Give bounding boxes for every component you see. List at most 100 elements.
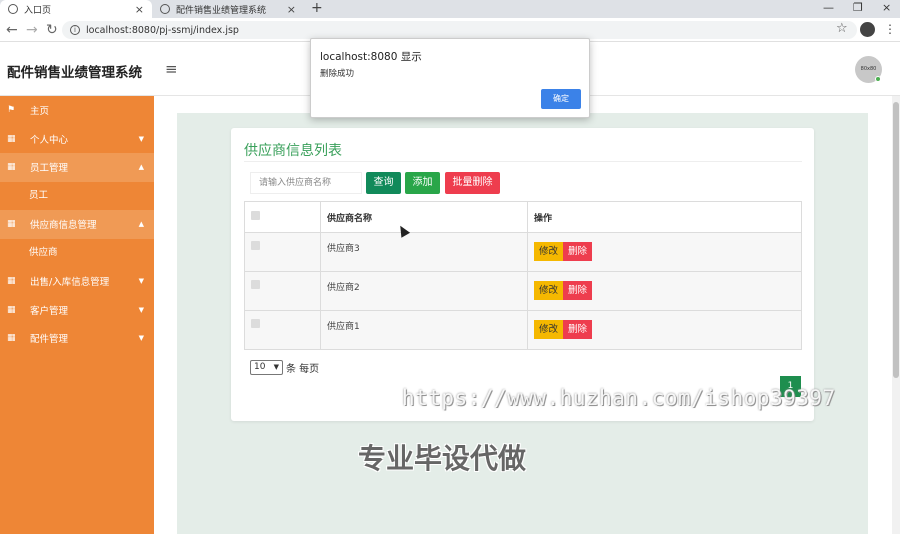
caret-down-icon: ▼ bbox=[138, 277, 144, 286]
caret-down-icon: ▼ bbox=[138, 334, 144, 343]
caret-up-icon: ▲ bbox=[138, 163, 144, 172]
sidebar-item-sales-stock[interactable]: ▦ 出售/入库信息管理 ▼ bbox=[0, 267, 154, 296]
browser-tab-1[interactable]: 入口页 × bbox=[0, 0, 152, 18]
supplier-search-input[interactable]: 请输入供应商名称 bbox=[250, 172, 362, 194]
sidebar-item-customer[interactable]: ▦ 客户管理 ▼ bbox=[0, 296, 154, 325]
grid-icon: ▦ bbox=[7, 162, 16, 173]
window-close-icon[interactable]: × bbox=[882, 0, 891, 18]
grid-icon: ▦ bbox=[7, 276, 16, 287]
row-checkbox[interactable] bbox=[251, 280, 260, 289]
delete-button[interactable]: 删除 bbox=[563, 281, 593, 300]
row-select-cell bbox=[244, 310, 321, 350]
sidebar-item-label: 配件管理 bbox=[30, 334, 69, 346]
hamburger-icon[interactable]: ≡ bbox=[165, 60, 178, 78]
supplier-table: 供应商名称 操作 供应商3 修改 删除 供应商2 修改 删除 供应商1 修改 删除 bbox=[244, 201, 802, 350]
grid-icon: ▦ bbox=[7, 333, 16, 344]
caret-down-icon: ▼ bbox=[138, 305, 144, 314]
table-header-row: 供应商名称 操作 bbox=[244, 201, 802, 233]
browser-tabbar: 入口页 × 配件销售业绩管理系统 × + — ❐ × bbox=[0, 0, 900, 18]
edit-button[interactable]: 修改 bbox=[534, 281, 564, 300]
page-size-value: 10 bbox=[254, 362, 266, 372]
supplier-list-card: 供应商信息列表 请输入供应商名称 查询 添加 批量删除 供应商名称 操作 供应商… bbox=[231, 128, 814, 421]
url-field[interactable]: i localhost:8080/pj-ssmj/index.jsp bbox=[62, 21, 857, 39]
url-text: localhost:8080/pj-ssmj/index.jsp bbox=[86, 24, 239, 36]
globe-icon bbox=[8, 4, 18, 14]
pager: 10 ▼ 条 每页 bbox=[250, 360, 319, 375]
close-tab-icon[interactable]: × bbox=[287, 3, 296, 16]
browser-tab-2[interactable]: 配件销售业绩管理系统 × bbox=[152, 0, 304, 18]
online-status-dot bbox=[875, 76, 881, 82]
sidebar-item-supplier-mgmt[interactable]: ▦ 供应商信息管理 ▲ bbox=[0, 210, 154, 239]
globe-icon bbox=[160, 4, 170, 14]
select-all-checkbox[interactable] bbox=[251, 211, 260, 220]
minimize-icon[interactable]: — bbox=[823, 0, 834, 18]
sidebar-item-label: 个人中心 bbox=[30, 134, 69, 146]
new-tab-icon[interactable]: + bbox=[311, 0, 323, 18]
sidebar-subitem-employee[interactable]: 员工 bbox=[0, 181, 154, 210]
page-title: 供应商信息列表 bbox=[244, 143, 342, 159]
sidebar-item-home[interactable]: ⚑ 主页 bbox=[0, 96, 154, 125]
sidebar-item-employee-mgmt[interactable]: ▦ 员工管理 ▲ bbox=[0, 153, 154, 182]
close-tab-icon[interactable]: × bbox=[135, 3, 144, 16]
page-size-suffix: 条 每页 bbox=[286, 364, 320, 375]
supplier-name-cell: 供应商2 bbox=[320, 271, 528, 311]
reload-icon[interactable]: ↻ bbox=[46, 21, 58, 39]
menu-kebab-icon[interactable]: ⋮ bbox=[884, 22, 896, 36]
alert-dialog: localhost:8080 显示 删除成功 确定 bbox=[310, 38, 590, 118]
actions-cell: 修改 删除 bbox=[527, 271, 802, 311]
scrollbar-thumb[interactable] bbox=[893, 102, 899, 378]
sidebar-item-parts[interactable]: ▦ 配件管理 ▼ bbox=[0, 324, 154, 353]
batch-delete-button[interactable]: 批量删除 bbox=[445, 172, 500, 194]
sidebar-item-label: 主页 bbox=[30, 106, 50, 118]
sidebar: ⚑ 主页 ▦ 个人中心 ▼ ▦ 员工管理 ▲ 员工 ▦ 供应商信息管理 ▲ 供应… bbox=[0, 96, 154, 534]
column-header-name: 供应商名称 bbox=[320, 201, 528, 233]
info-icon[interactable]: i bbox=[70, 25, 80, 35]
caret-up-icon: ▲ bbox=[138, 220, 144, 229]
star-icon[interactable]: ☆ bbox=[836, 21, 848, 36]
row-checkbox[interactable] bbox=[251, 241, 260, 250]
supplier-name-cell: 供应商1 bbox=[320, 310, 528, 350]
page-size-select[interactable]: 10 ▼ bbox=[250, 360, 283, 375]
alert-title: localhost:8080 显示 bbox=[320, 51, 422, 63]
back-icon[interactable]: ← bbox=[6, 21, 18, 39]
delete-button[interactable]: 删除 bbox=[563, 320, 593, 339]
supplier-name-cell: 供应商3 bbox=[320, 232, 528, 272]
divider bbox=[244, 161, 802, 162]
watermark-text: 专业毕设代做 bbox=[358, 442, 527, 475]
restore-icon[interactable]: ❐ bbox=[853, 0, 863, 18]
row-select-cell bbox=[244, 232, 321, 272]
forward-icon[interactable]: → bbox=[26, 21, 38, 39]
watermark-url: https://www.huzhan.com/ishop39397 bbox=[402, 386, 836, 410]
row-select-cell bbox=[244, 271, 321, 311]
table-row: 供应商1 修改 删除 bbox=[244, 310, 802, 350]
sidebar-item-personal[interactable]: ▦ 个人中心 ▼ bbox=[0, 125, 154, 154]
alert-ok-button[interactable]: 确定 bbox=[541, 89, 581, 109]
profile-icon[interactable] bbox=[860, 22, 875, 37]
table-row: 供应商2 修改 删除 bbox=[244, 271, 802, 311]
edit-button[interactable]: 修改 bbox=[534, 320, 564, 339]
delete-button[interactable]: 删除 bbox=[563, 242, 593, 261]
actions-cell: 修改 删除 bbox=[527, 232, 802, 272]
edit-button[interactable]: 修改 bbox=[534, 242, 564, 261]
sidebar-item-label: 员工管理 bbox=[30, 163, 69, 175]
sidebar-item-label: 供应商信息管理 bbox=[30, 220, 97, 232]
tab-title: 配件销售业绩管理系统 bbox=[176, 5, 267, 16]
query-button[interactable]: 查询 bbox=[366, 172, 401, 194]
sidebar-item-label: 客户管理 bbox=[30, 305, 69, 317]
actions-cell: 修改 删除 bbox=[527, 310, 802, 350]
alert-message: 删除成功 bbox=[320, 69, 355, 79]
row-checkbox[interactable] bbox=[251, 319, 260, 328]
grid-icon: ▦ bbox=[7, 304, 16, 315]
table-row: 供应商3 修改 删除 bbox=[244, 232, 802, 272]
brand-title: 配件销售业绩管理系统 bbox=[7, 65, 142, 81]
select-all-header bbox=[244, 201, 321, 233]
column-header-actions: 操作 bbox=[527, 201, 802, 233]
grid-icon: ▦ bbox=[7, 133, 16, 144]
sidebar-subitem-supplier[interactable]: 供应商 bbox=[0, 238, 154, 267]
chevron-down-icon: ▼ bbox=[273, 363, 279, 371]
flag-icon: ⚑ bbox=[7, 105, 16, 116]
grid-icon: ▦ bbox=[7, 219, 16, 230]
add-button[interactable]: 添加 bbox=[405, 172, 440, 194]
tab-title: 入口页 bbox=[24, 5, 52, 16]
sidebar-item-label: 出售/入库信息管理 bbox=[30, 277, 110, 289]
